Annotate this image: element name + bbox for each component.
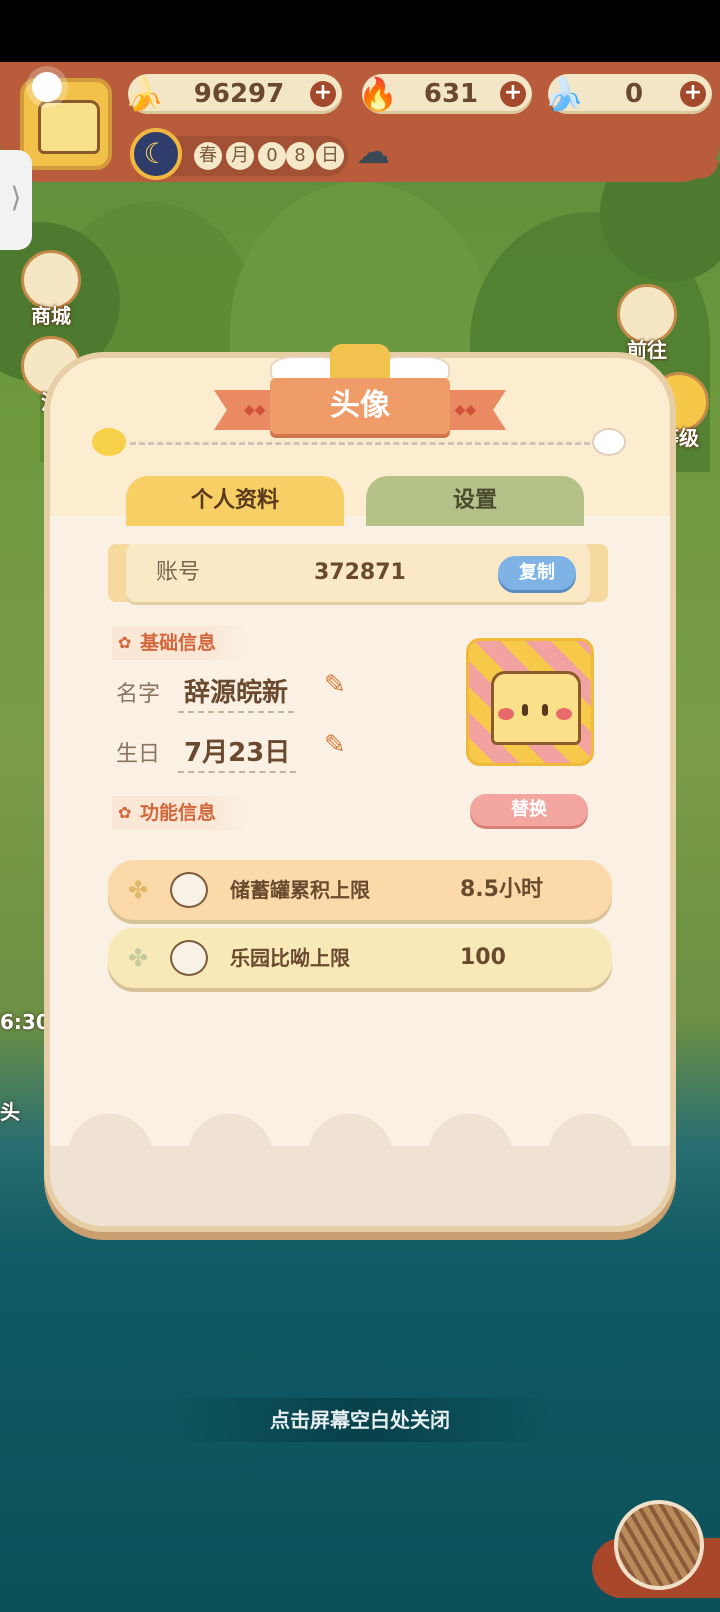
date-char: 日 [316,142,344,170]
avatar-face [491,671,581,745]
close-hint[interactable]: 点击屏幕空白处关闭 [160,1398,560,1442]
edit-birthday-pencil-icon[interactable]: ✎ [324,730,346,760]
piggy-bank-pet-icon [170,872,208,908]
date-char: 8 [286,142,314,170]
clover-icon: ✤ [128,876,149,904]
stat-name: 储蓄罐累积上限 [230,878,370,902]
currency-flame: 🔥 631 + [358,74,532,114]
left-partial-label: 头 [0,1100,20,1124]
stat-row: ✤ 储蓄罐累积上限 8.5小时 [108,860,612,920]
blue-flame-icon: 🔥 [358,75,398,113]
floating-assist-dot[interactable] [32,72,62,102]
avatar-cheek [498,708,514,720]
date-char: 0 [258,142,286,170]
currency-value: 96297 [193,79,285,109]
banana-coin-icon: 🍌 [124,75,164,113]
shop-button[interactable]: 商城 [16,250,86,329]
birthday-value: 7月23日 [178,732,297,773]
date-char: 月 [226,142,254,170]
currency-blue-banana: 🍌 0 + [544,74,712,114]
diamond-icon: ◆◆ [454,402,476,418]
copy-button[interactable]: 复制 [498,556,576,590]
replace-button[interactable]: 替换 [470,794,588,826]
stat-value: 100 [460,945,506,970]
title-ribbon: 头像 ◆◆ ◆◆ [214,378,506,434]
avatar-eye [542,704,548,716]
tab-profile[interactable]: 个人资料 [126,476,344,526]
avatar-face [38,100,100,154]
clover-icon: ✤ [128,944,149,972]
stat-value: 8.5小时 [460,877,543,902]
goto-button[interactable]: 前往 [612,284,682,363]
stat-row: ✤ 乐园比呦上限 100 [108,928,612,988]
dashed-divider [130,442,590,445]
tab-settings[interactable]: 设置 [366,476,584,526]
shop-label: 商城 [31,304,71,328]
timer-text: 6:30 [0,1010,50,1034]
clover-icon: ✿ [118,803,132,822]
edit-name-pencil-icon[interactable]: ✎ [324,670,346,700]
status-bar [0,0,720,62]
account-label: 账号 [156,560,201,585]
rain-cloud-icon[interactable]: ☁ [356,132,390,172]
diamond-icon: ◆◆ [244,402,266,418]
moon-season-icon[interactable]: ☾ [130,128,182,180]
add-currency-button[interactable]: + [680,81,706,107]
basic-info-label: 基础信息 [140,632,217,654]
yarn-ball-icon[interactable] [614,1500,704,1590]
clover-icon: ✿ [118,633,132,652]
name-value: 辞源皖新 [178,672,295,713]
name-label: 名字 [116,682,161,707]
modal-body [50,516,670,1196]
function-info-label: 功能信息 [140,802,217,824]
currency-banana: 🍌 96297 + [124,74,342,114]
cat-pet-icon [170,940,208,976]
chick-icon [92,428,126,456]
stat-name: 乐园比呦上限 [230,946,350,970]
account-row: 账号 372871 复制 [108,544,608,602]
blue-banana-icon: 🍌 [544,75,584,113]
currency-value: 631 [423,79,479,109]
side-drawer-handle[interactable]: ⟩ [0,150,32,250]
avatar-eye [522,704,528,716]
date-char: 春 [194,142,222,170]
add-currency-button[interactable]: + [500,81,526,107]
function-info-tag: ✿ 功能信息 [112,796,247,830]
account-number: 372871 [314,560,406,585]
currency-value: 0 [624,79,644,109]
modal-title: 头像 [330,388,390,423]
modal-bottom [50,1146,670,1226]
basic-info-tag: ✿ 基础信息 [112,626,247,660]
add-currency-button[interactable]: + [310,81,336,107]
birthday-label: 生日 [116,742,161,767]
avatar-cheek [556,708,572,720]
chick-icon [592,428,626,456]
profile-avatar[interactable] [466,638,594,766]
